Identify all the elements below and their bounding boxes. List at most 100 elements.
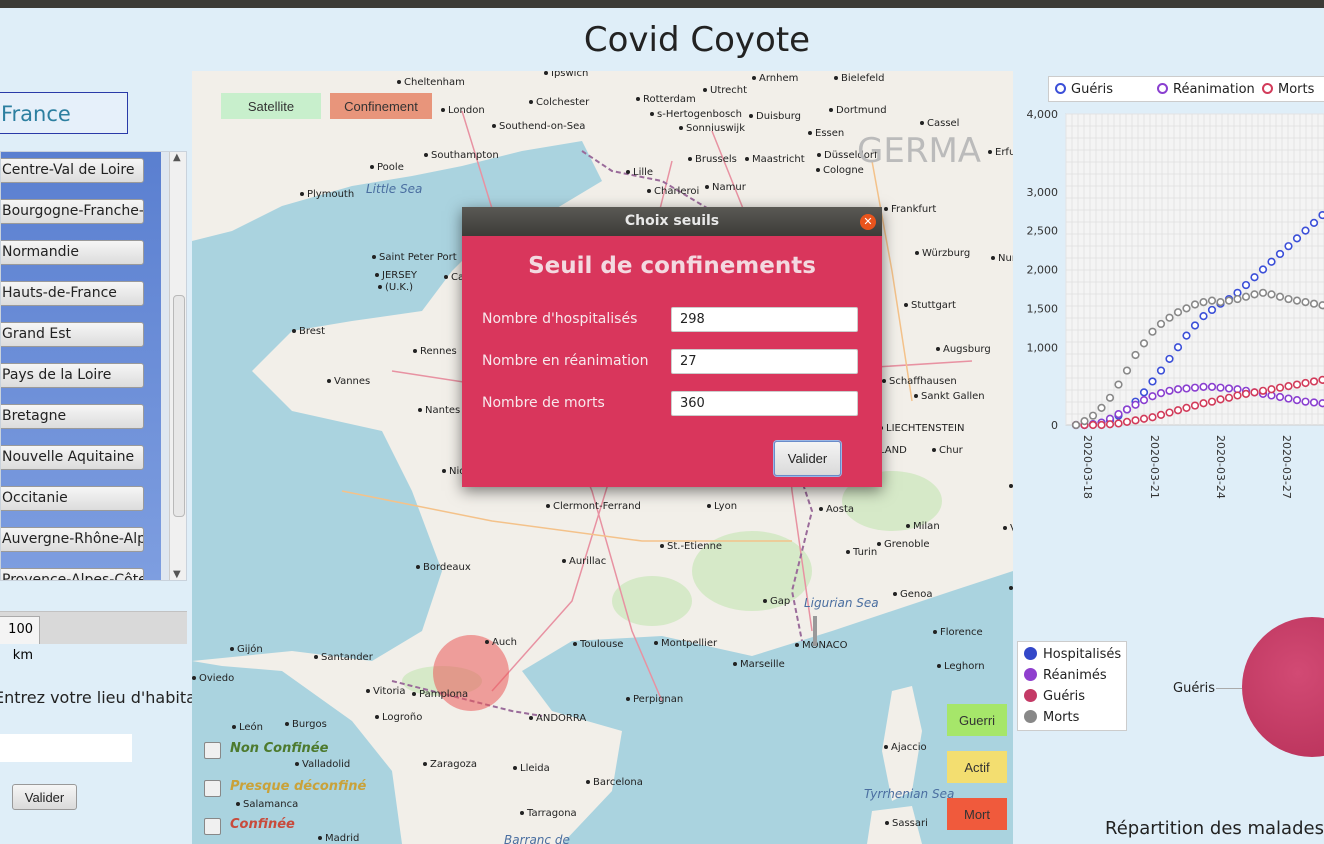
legend-checkbox[interactable] — [204, 742, 221, 759]
chart-legend-label: Morts — [1278, 82, 1315, 97]
region-button[interactable]: Pays de la Loire — [1, 363, 144, 388]
city-dot-icon — [378, 285, 382, 289]
city-label: Dortmund — [829, 105, 887, 116]
city-label: Santander — [314, 652, 373, 663]
series-point — [1156, 319, 1166, 329]
region-list-scrollbar[interactable]: ▲ ▼ — [169, 152, 186, 580]
deaths-input[interactable] — [671, 391, 858, 416]
series-point — [1131, 416, 1140, 425]
city-label: Sonniuswijk — [679, 123, 745, 134]
series-point — [1071, 420, 1081, 430]
city-dot-icon — [513, 766, 517, 770]
pie-chart[interactable] — [1242, 617, 1324, 757]
chart-legend-item[interactable]: Réanimation — [1157, 82, 1255, 97]
city-name: Saint Peter Port — [379, 252, 457, 263]
dialog-titlebar[interactable]: Choix seuils ✕ — [462, 207, 882, 236]
region-button[interactable]: Nouvelle Aquitaine — [1, 445, 144, 470]
city-dot-icon — [636, 97, 640, 101]
region-list[interactable]: Centre-Val de Loire Bourgogne-Franche-Com… — [0, 151, 187, 581]
mort-button[interactable]: Mort — [947, 798, 1007, 830]
series-point — [1097, 420, 1106, 430]
city-dot-icon — [626, 697, 630, 701]
city-label: Stuttgart — [904, 300, 956, 311]
legend-checkbox[interactable] — [204, 780, 221, 797]
city-name: Tarragona — [527, 808, 577, 819]
pie-legend-item[interactable]: Hospitalisés — [1024, 647, 1121, 662]
series-point — [1182, 384, 1191, 393]
city-dot-icon — [884, 207, 888, 211]
threshold-dialog: Choix seuils ✕ Seuil de confinements Nom… — [462, 207, 882, 487]
region-button[interactable]: Provence-Alpes-Côte d'Azur — [1, 568, 144, 580]
region-button[interactable]: Hauts-de-France — [1, 281, 144, 306]
series-point — [1292, 296, 1302, 305]
reanimation-input[interactable] — [671, 349, 858, 374]
city-label: Pamplona — [412, 689, 468, 700]
city-dot-icon — [444, 275, 448, 279]
city-dot-icon — [285, 722, 289, 726]
chart-legend-item[interactable]: Morts — [1262, 82, 1314, 97]
hospitalised-input[interactable] — [671, 307, 858, 332]
actif-button[interactable]: Actif — [947, 751, 1007, 783]
city-name: Auch — [492, 637, 518, 648]
guerri-button[interactable]: Guerri — [947, 704, 1007, 736]
region-button[interactable]: Occitanie — [1, 486, 144, 511]
address-input[interactable] — [0, 734, 132, 762]
city-dot-icon — [236, 802, 240, 806]
satellite-button[interactable]: Satellite — [221, 93, 321, 119]
address-validate-button[interactable]: Valider — [12, 784, 77, 810]
legend-checkbox[interactable] — [204, 818, 221, 835]
city-label: MONACO — [795, 640, 848, 651]
city-name: Toulouse — [580, 639, 624, 650]
city-label: Nantes — [418, 405, 460, 416]
city-label: s-Hertogenbosch — [650, 109, 742, 120]
city-dot-icon — [370, 165, 374, 169]
city-label: Lille — [626, 167, 653, 178]
city-dot-icon — [375, 273, 379, 277]
city-dot-icon — [573, 642, 577, 646]
region-button[interactable]: Normandie — [1, 240, 144, 265]
scroll-up-arrow-icon[interactable]: ▲ — [173, 152, 181, 163]
region-button[interactable]: Grand Est — [1, 322, 144, 347]
city-name: Lille — [633, 167, 654, 178]
close-icon[interactable]: ✕ — [860, 214, 876, 230]
x-tick-label: 2020-03-27 — [1280, 435, 1293, 499]
series-point — [1275, 383, 1285, 392]
city-dot-icon — [819, 507, 823, 511]
city-name: Ajaccio — [891, 742, 927, 753]
region-button[interactable]: Auvergne-Rhône-Alpes — [1, 527, 144, 552]
city-name: Ipswich — [551, 71, 589, 79]
confinement-button[interactable]: Confinement — [330, 93, 432, 119]
city-dot-icon — [366, 689, 370, 693]
chart-legend-item[interactable]: Guéris — [1055, 82, 1113, 97]
city-name: Vannes — [334, 376, 371, 387]
region-selector-box[interactable]: France — [0, 92, 128, 134]
city-name: LIECHTENSTEIN — [886, 423, 965, 434]
region-button[interactable]: Centre-Val de Loire — [1, 158, 144, 183]
radius-tab-bar: 100 km — [0, 611, 187, 663]
pie-legend-item[interactable]: Guéris — [1024, 689, 1085, 704]
series-point — [1080, 417, 1089, 426]
series-point — [1309, 377, 1319, 386]
region-button[interactable]: Bourgogne-Franche-Comté — [1, 199, 144, 224]
sea-label: Ligurian Sea — [804, 596, 879, 610]
city-name: Arnhem — [759, 73, 799, 84]
city-label: LIECHTENSTEIN — [879, 423, 964, 434]
series-point — [1250, 273, 1259, 282]
city-dot-icon — [397, 80, 401, 84]
map-split-handle[interactable] — [813, 616, 817, 646]
pie-legend-item[interactable]: Morts — [1024, 710, 1079, 725]
city-name: Turin — [853, 547, 878, 558]
city-label: Würzburg — [915, 248, 970, 259]
city-name: Verona — [1010, 523, 1013, 534]
series-point — [1275, 392, 1285, 402]
city-dot-icon — [752, 76, 756, 80]
city-label: Bielefeld — [834, 73, 885, 84]
dialog-validate-button[interactable]: Valider — [774, 441, 841, 476]
scroll-down-arrow-icon[interactable]: ▼ — [173, 569, 181, 580]
city-dot-icon — [933, 630, 937, 634]
region-button[interactable]: Bretagne — [1, 404, 144, 429]
city-name: Burgos — [292, 719, 327, 730]
radius-tab[interactable]: 100 km — [0, 616, 40, 663]
scroll-thumb[interactable] — [173, 295, 185, 517]
pie-legend-item[interactable]: Réanimés — [1024, 668, 1107, 683]
